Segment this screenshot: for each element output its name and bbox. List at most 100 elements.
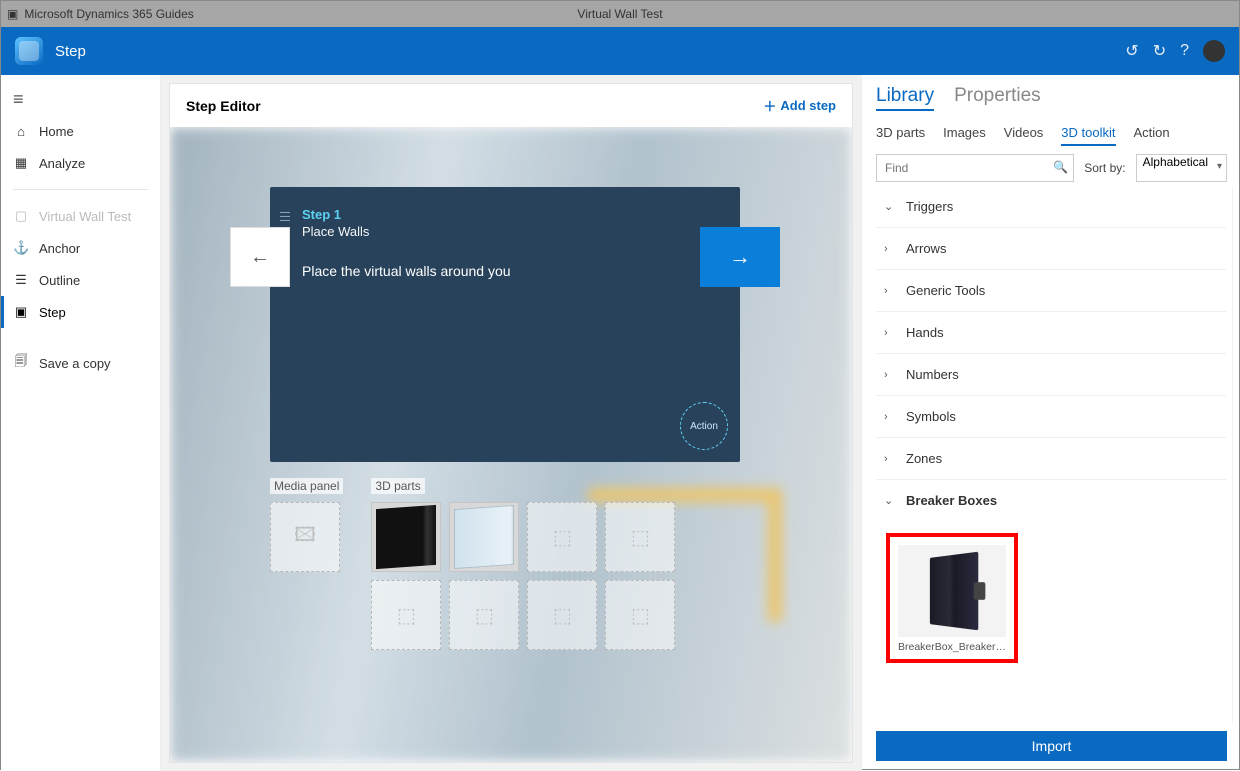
step-card[interactable]: ← → ——— Step 1 Place Walls Place the vir…	[270, 187, 740, 462]
sidebar-item-home[interactable]: ⌂ Home	[1, 116, 160, 147]
copy-icon: 🗐	[13, 352, 29, 374]
sidebar-item-outline[interactable]: ☰ Outline	[1, 264, 160, 296]
category-hands[interactable]: › Hands	[876, 312, 1226, 354]
find-field[interactable]: 🔍	[876, 154, 1074, 182]
step-number-label: Step 1	[302, 207, 714, 222]
step-instruction-text[interactable]: Place the virtual walls around you	[302, 263, 714, 279]
sidebar-item-label: Anchor	[39, 241, 80, 256]
category-label: Triggers	[906, 199, 953, 214]
category-generic-tools[interactable]: › Generic Tools	[876, 270, 1226, 312]
editor-title: Step Editor	[186, 98, 261, 114]
subtab-3d-parts[interactable]: 3D parts	[876, 125, 925, 146]
tab-library[interactable]: Library	[876, 85, 934, 111]
list-icon: ———	[280, 211, 290, 223]
category-zones[interactable]: › Zones	[876, 438, 1226, 480]
tab-properties[interactable]: Properties	[954, 85, 1041, 111]
category-numbers[interactable]: ›Numbers	[876, 354, 1226, 396]
window-titlebar: ▣ Microsoft Dynamics 365 Guides Virtual …	[1, 1, 1239, 27]
search-icon[interactable]: 🔍	[1053, 160, 1068, 174]
category-arrows[interactable]: ›Arrows	[876, 228, 1226, 270]
cube-icon: ⬚	[553, 603, 572, 628]
category-label: Hands	[906, 325, 944, 340]
part-slot-empty[interactable]: ⬚	[605, 580, 675, 650]
media-icon: 🖾	[294, 520, 316, 554]
part-slot-empty[interactable]: ⬚	[449, 580, 519, 650]
guide-icon: ▢	[13, 208, 29, 224]
chevron-down-icon: ⌄	[884, 494, 896, 507]
action-label: Action	[690, 421, 718, 432]
sidebar-item-analyze[interactable]: ▦ Analyze	[1, 147, 160, 179]
part-slot-filled[interactable]	[449, 502, 519, 572]
analyze-icon: ▦	[13, 155, 29, 171]
product-logo-icon	[15, 37, 43, 65]
category-list[interactable]: ⌄Triggers ›Arrows ›Generic Tools ›Hands …	[876, 186, 1233, 723]
category-label: Arrows	[906, 241, 946, 256]
item-caption: BreakerBox_Breaker_...	[898, 637, 1006, 659]
category-label: Generic Tools	[906, 283, 985, 298]
redo-icon[interactable]: ↻	[1153, 41, 1166, 61]
anchor-icon: ⚓	[13, 240, 29, 256]
breaker-box-icon	[930, 552, 978, 631]
right-panel: Library Properties 3D parts Images Video…	[861, 75, 1239, 771]
chevron-right-icon: ›	[884, 453, 896, 465]
category-label: Symbols	[906, 409, 956, 424]
part-thumbnail	[376, 505, 436, 569]
category-label: Zones	[906, 451, 942, 466]
subtab-videos[interactable]: Videos	[1004, 125, 1044, 146]
sidebar-item-step[interactable]: ▣ Step	[1, 296, 160, 328]
sidebar: ≡ ⌂ Home ▦ Analyze ▢ Virtual Wall Test ⚓…	[1, 75, 161, 771]
cube-icon: ⬚	[475, 603, 494, 628]
window-control-icon: ▣	[7, 7, 18, 21]
chevron-right-icon: ›	[884, 327, 896, 339]
editor-area: Step Editor ＋ Add step ← → ——— Step 1 Pl…	[161, 75, 861, 771]
sort-label: Sort by:	[1084, 161, 1125, 175]
subtab-action[interactable]: Action	[1134, 125, 1170, 146]
prev-step-button[interactable]: ←	[230, 227, 290, 287]
3d-parts-panel: 3D parts ⬚ ⬚ ⬚ ⬚ ⬚ ⬚	[371, 477, 675, 658]
category-label: Breaker Boxes	[906, 493, 997, 508]
avatar[interactable]	[1203, 40, 1225, 62]
sidebar-item-guide-name: ▢ Virtual Wall Test	[1, 200, 160, 232]
category-symbols[interactable]: › Symbols	[876, 396, 1226, 438]
cube-icon: ⬚	[631, 603, 650, 628]
hamburger-icon[interactable]: ≡	[1, 83, 160, 116]
part-slot-filled[interactable]	[371, 502, 441, 572]
sidebar-item-label: Home	[39, 124, 74, 139]
import-button[interactable]: Import	[876, 731, 1227, 761]
highlighted-library-item[interactable]: BreakerBox_Breaker_...	[886, 533, 1018, 663]
sidebar-item-anchor[interactable]: ⚓ Anchor	[1, 232, 160, 264]
sort-select[interactable]: Alphabetical	[1136, 154, 1227, 182]
sidebar-item-label: Analyze	[39, 156, 85, 171]
add-step-label: Add step	[780, 98, 836, 113]
home-icon: ⌂	[13, 124, 29, 139]
chevron-right-icon: ›	[884, 369, 896, 381]
sidebar-item-label: Step	[39, 305, 66, 320]
step-title: Place Walls	[302, 224, 714, 239]
cube-icon: ⬚	[631, 525, 650, 550]
add-step-button[interactable]: ＋ Add step	[763, 96, 836, 115]
category-breaker-boxes[interactable]: ⌄ Breaker Boxes	[876, 480, 1226, 521]
sort-value: Alphabetical	[1143, 155, 1208, 169]
subtab-images[interactable]: Images	[943, 125, 986, 146]
sidebar-item-save-copy[interactable]: 🗐 Save a copy	[1, 344, 160, 382]
page-title: Step	[55, 43, 86, 60]
category-triggers[interactable]: ⌄ Triggers	[876, 186, 1226, 228]
help-icon[interactable]: ?	[1180, 42, 1189, 60]
find-input[interactable]	[876, 154, 1074, 182]
part-slot-empty[interactable]: ⬚	[605, 502, 675, 572]
chevron-right-icon: ›	[884, 411, 896, 423]
media-slot-empty[interactable]: 🖾	[270, 502, 340, 572]
chevron-right-icon: ›	[884, 285, 896, 297]
part-slot-empty[interactable]: ⬚	[527, 580, 597, 650]
3d-parts-title: 3D parts	[371, 478, 424, 494]
action-slot[interactable]: Action	[680, 402, 728, 450]
editor-canvas: ← → ——— Step 1 Place Walls Place the vir…	[170, 127, 852, 762]
subtab-3d-toolkit[interactable]: 3D toolkit	[1061, 125, 1115, 146]
undo-icon[interactable]: ↺	[1125, 41, 1138, 61]
app-name: Microsoft Dynamics 365 Guides	[24, 7, 193, 21]
part-slot-empty[interactable]: ⬚	[527, 502, 597, 572]
outline-icon: ☰	[13, 272, 29, 288]
part-thumbnail	[454, 505, 514, 569]
chevron-down-icon: ⌄	[884, 200, 896, 213]
part-slot-empty[interactable]: ⬚	[371, 580, 441, 650]
